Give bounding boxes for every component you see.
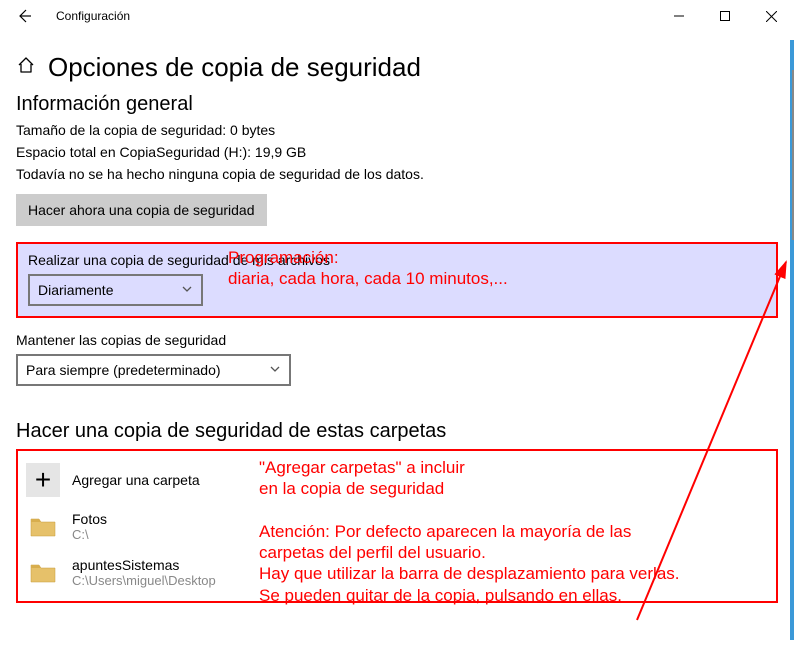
- annotation-folders: "Agregar carpetas" a incluir en la copia…: [259, 457, 789, 606]
- plus-icon: +: [26, 463, 60, 497]
- keep-combobox[interactable]: Para siempre (predeterminado): [16, 354, 291, 386]
- annotation-schedule: Programación: diaria, cada hora, cada 10…: [228, 247, 508, 290]
- overview-title: Información general: [16, 93, 778, 116]
- schedule-box: Realizar una copia de seguridad de mis a…: [16, 242, 778, 318]
- keep-selected: Para siempre (predeterminado): [26, 362, 221, 378]
- folders-title: Hacer una copia de seguridad de estas ca…: [16, 420, 778, 443]
- schedule-combobox[interactable]: Diariamente: [28, 274, 203, 306]
- folder-name: apuntesSistemas: [72, 557, 216, 573]
- titlebar: Configuración: [0, 0, 794, 32]
- page-title: Opciones de copia de seguridad: [48, 52, 421, 83]
- keep-label: Mantener las copias de seguridad: [16, 332, 778, 348]
- minimize-button[interactable]: [656, 0, 702, 32]
- backup-status-line: Todavía no se ha hecho ninguna copia de …: [16, 166, 778, 182]
- chevron-down-icon: [269, 363, 281, 378]
- backup-size-line: Tamaño de la copia de seguridad: 0 bytes: [16, 122, 778, 138]
- folder-path: C:\Users\miguel\Desktop: [72, 573, 216, 588]
- keep-backups-section: Mantener las copias de seguridad Para si…: [16, 332, 778, 386]
- folder-icon: [26, 509, 60, 543]
- schedule-selected: Diariamente: [38, 282, 113, 298]
- chevron-down-icon: [181, 283, 193, 298]
- back-button[interactable]: [8, 0, 40, 32]
- folder-icon: [26, 555, 60, 589]
- folders-box: + Agregar una carpeta Fotos C:\ apuntesS…: [16, 449, 778, 603]
- close-button[interactable]: [748, 0, 794, 32]
- maximize-button[interactable]: [702, 0, 748, 32]
- folder-path: C:\: [72, 527, 107, 542]
- folder-name: Fotos: [72, 511, 107, 527]
- app-title: Configuración: [40, 9, 130, 23]
- total-space-line: Espacio total en CopiaSeguridad (H:): 19…: [16, 144, 778, 160]
- add-folder-label: Agregar una carpeta: [72, 472, 200, 488]
- backup-now-button[interactable]: Hacer ahora una copia de seguridad: [16, 194, 267, 226]
- home-icon[interactable]: [16, 55, 36, 80]
